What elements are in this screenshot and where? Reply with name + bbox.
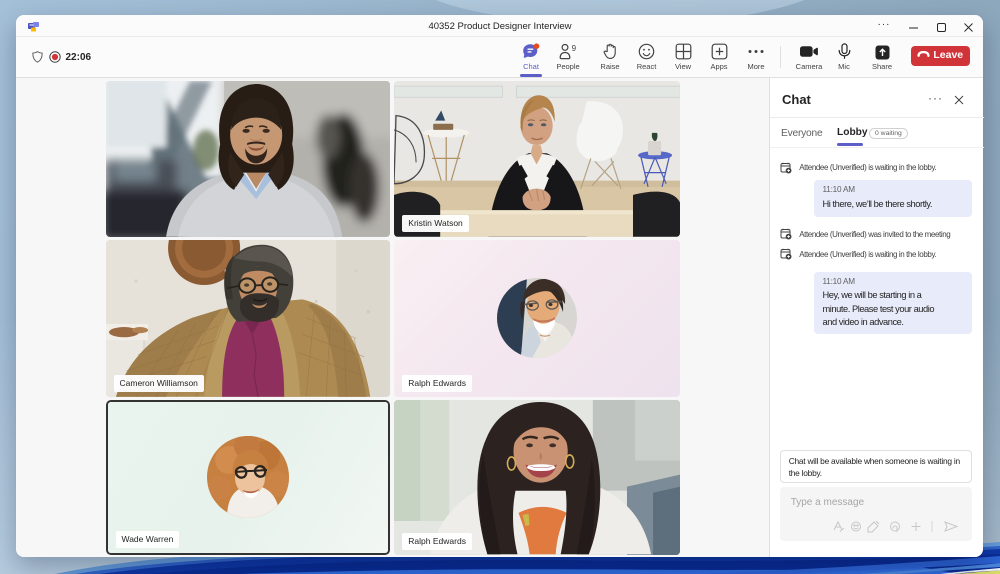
svg-text:9: 9: [572, 44, 577, 53]
